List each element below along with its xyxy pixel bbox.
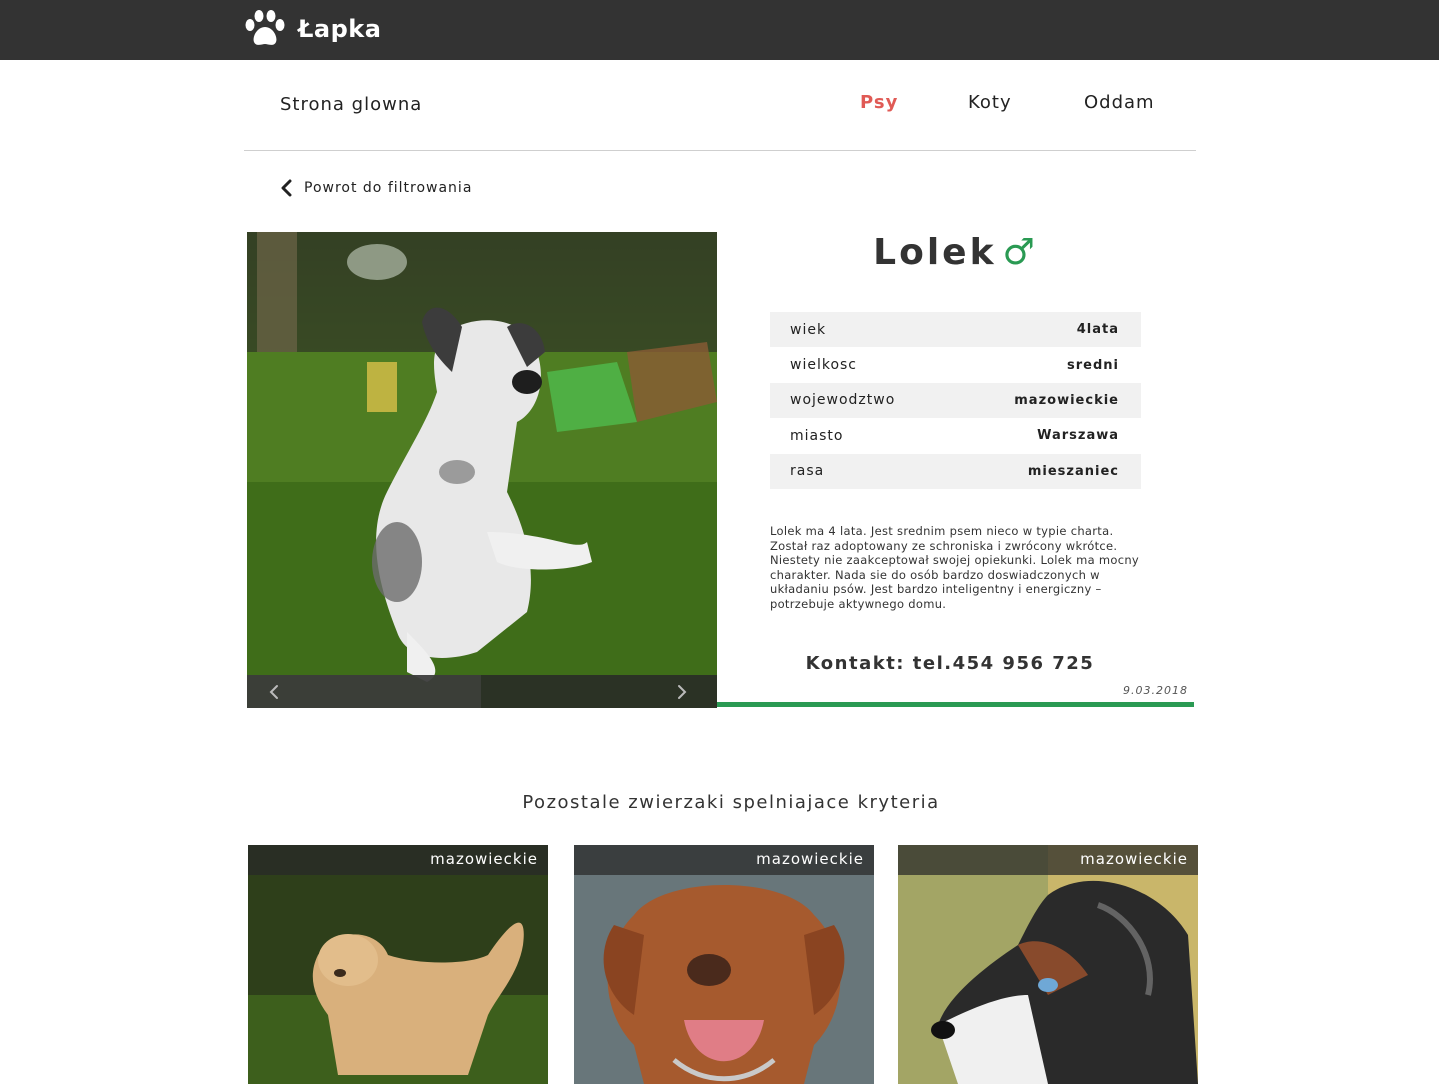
pet-photo — [247, 232, 717, 708]
nav-divider — [244, 150, 1196, 151]
gallery-controls — [247, 675, 717, 708]
detail-label: wojewodztwo — [790, 392, 896, 409]
pet-details-table: wiek 4lata wielkosc sredni wojewodztwo m… — [770, 312, 1141, 489]
detail-row-rasa: rasa mieszaniec — [770, 453, 1141, 489]
pet-description: Lolek ma 4 lata. Jest srednim psem nieco… — [770, 524, 1140, 611]
top-bar: Łapka — [0, 0, 1439, 60]
detail-label: rasa — [790, 463, 825, 480]
detail-row-wielkosc: wielkosc sredni — [770, 347, 1141, 382]
detail-label: wiek — [790, 321, 827, 338]
pet-name-heading: Lolek ♂ — [770, 232, 1141, 273]
pet-card-photo — [574, 845, 874, 1084]
pet-card-region: mazowieckie — [898, 845, 1198, 875]
detail-value: 4lata — [1076, 322, 1119, 338]
chevron-left-icon — [269, 685, 278, 699]
detail-value: sredni — [1067, 357, 1119, 373]
pet-card[interactable]: mazowieckie — [898, 845, 1198, 1084]
pet-card-photo — [248, 845, 548, 1084]
listing-date: 9.03.2018 — [1123, 684, 1188, 697]
male-icon: ♂ — [1002, 232, 1038, 273]
nav-link-psy[interactable]: Psy — [860, 92, 898, 113]
detail-value: Warszawa — [1037, 428, 1119, 444]
pet-card[interactable]: mazowieckie — [248, 845, 548, 1084]
nav-link-oddam[interactable]: Oddam — [1084, 92, 1155, 113]
chevron-left-icon — [281, 179, 292, 197]
pet-card-region: mazowieckie — [574, 845, 874, 875]
pet-card-photo — [898, 845, 1198, 1084]
gallery-prev-button[interactable] — [265, 682, 283, 702]
gallery-next-button[interactable] — [673, 682, 691, 702]
back-link-label: Powrot do filtrowania — [304, 180, 473, 196]
pet-card-region: mazowieckie — [248, 845, 548, 875]
nav-home-link[interactable]: Strona glowna — [280, 94, 422, 115]
pet-name: Lolek — [873, 232, 997, 273]
back-to-filter-link[interactable]: Powrot do filtrowania — [280, 179, 472, 197]
detail-label: wielkosc — [790, 357, 858, 374]
detail-row-wiek: wiek 4lata — [770, 312, 1141, 348]
pet-card[interactable]: mazowieckie — [574, 845, 874, 1084]
detail-value: mieszaniec — [1027, 463, 1119, 479]
logo[interactable]: Łapka — [244, 10, 381, 48]
detail-value: mazowieckie — [1014, 392, 1119, 408]
other-pets-title: Pozostale zwierzaki spelniajace kryteria — [522, 792, 940, 813]
logo-text: Łapka — [298, 15, 382, 43]
detail-row-miasto: miasto Warszawa — [770, 418, 1141, 453]
nav-link-koty[interactable]: Koty — [968, 92, 1012, 113]
accent-divider — [717, 702, 1194, 707]
detail-row-wojewodztwo: wojewodztwo mazowieckie — [770, 382, 1141, 419]
contact-phone[interactable]: Kontakt: tel.454 956 725 — [770, 653, 1130, 674]
chevron-right-icon — [678, 685, 687, 699]
pet-photo-gallery — [247, 232, 717, 708]
paw-icon — [245, 10, 285, 45]
detail-label: miasto — [790, 427, 844, 444]
